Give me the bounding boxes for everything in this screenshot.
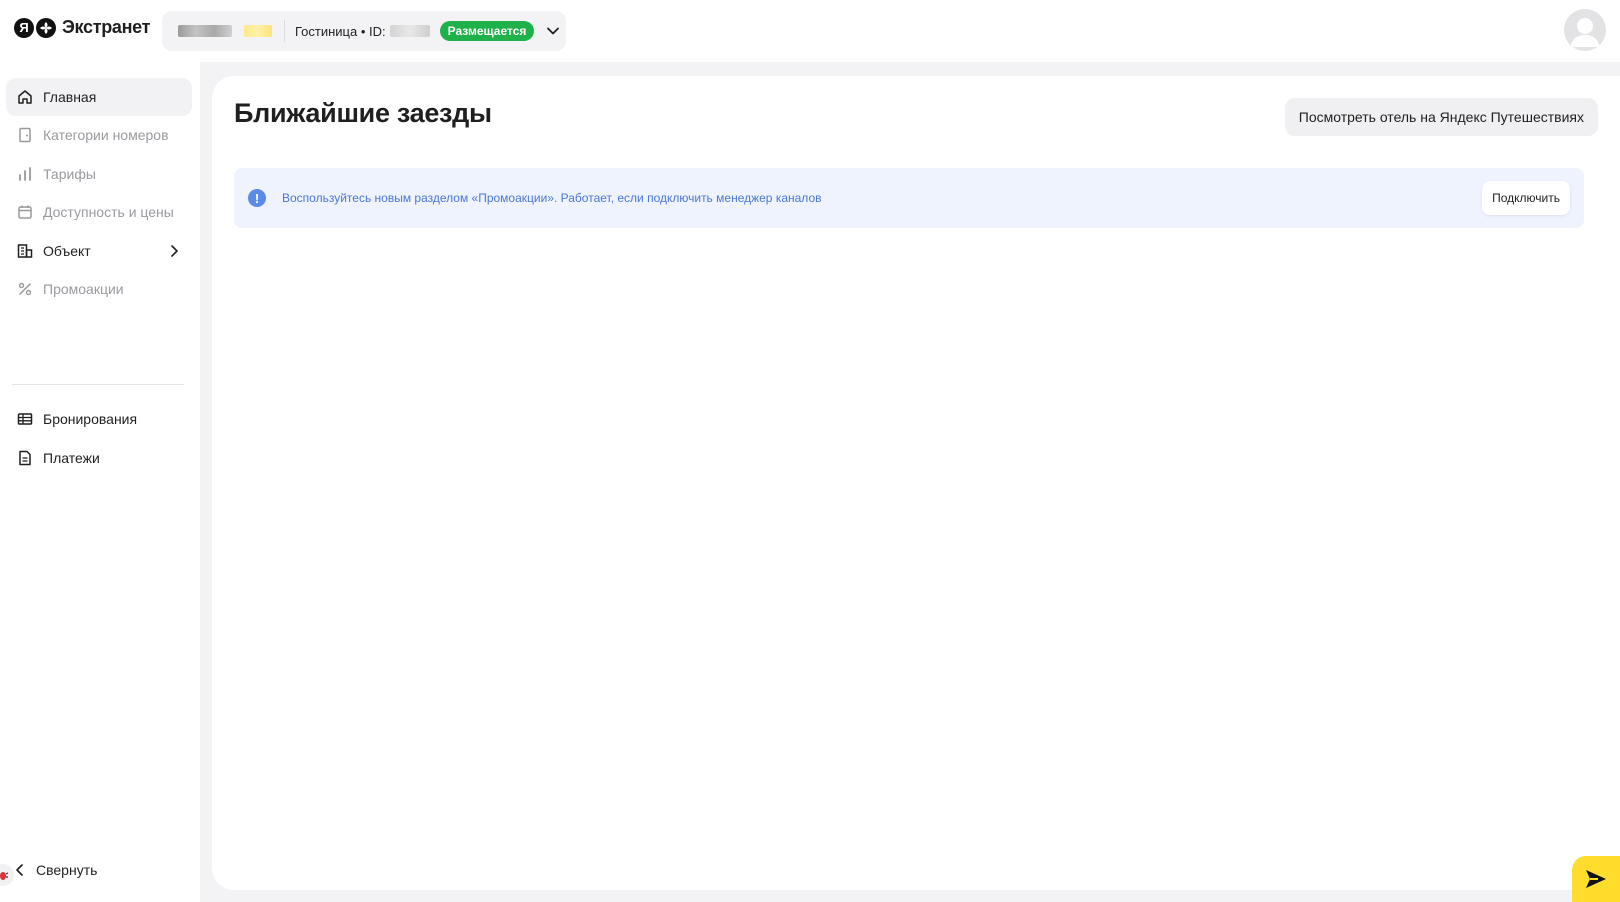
- sidebar-item-rates[interactable]: Тарифы: [6, 155, 192, 193]
- chevron-down-icon[interactable]: [546, 24, 560, 38]
- hotel-stars-redacted: [244, 25, 272, 37]
- bar-chart-icon: [16, 165, 34, 183]
- sidebar-item-label: Бронирования: [43, 411, 138, 427]
- connect-button[interactable]: Подключить: [1482, 181, 1570, 215]
- sidebar-item-room-categories[interactable]: Категории номеров: [6, 116, 192, 154]
- collapse-sidebar-button[interactable]: Свернуть: [14, 862, 97, 878]
- selector-divider: [284, 20, 285, 42]
- page-title: Ближайшие заезды: [234, 98, 492, 128]
- yandex-logo-icon: Я: [14, 17, 34, 38]
- feedback-send-button[interactable]: [1572, 856, 1620, 902]
- chevron-right-icon: [171, 245, 178, 257]
- flower-logo-icon: [36, 17, 56, 38]
- calendar-icon: [16, 203, 34, 221]
- send-arrow-icon: [1586, 870, 1606, 888]
- brand-name: Экстранет: [62, 17, 151, 37]
- main-content: Ближайшие заезды Посмотреть отель на Янд…: [212, 76, 1620, 890]
- table-icon: [16, 410, 34, 428]
- sidebar-item-property[interactable]: Объект: [6, 232, 192, 270]
- sidebar-item-label: Категории номеров: [43, 127, 169, 143]
- user-silhouette-icon: [1564, 9, 1606, 51]
- hotel-type-label: Гостиница • ID:: [295, 23, 386, 39]
- sidebar-item-bookings[interactable]: Бронирования: [6, 400, 192, 438]
- door-icon: [16, 126, 34, 144]
- top-header: Я Экстранет Гостиница • ID: Размещается: [0, 0, 1620, 62]
- info-icon: !: [248, 189, 266, 207]
- sidebar-item-availability[interactable]: Доступность и цены: [6, 193, 192, 231]
- sidebar-item-label: Платежи: [43, 450, 100, 466]
- hotel-selector[interactable]: Гостиница • ID: Размещается: [162, 11, 566, 51]
- status-badge: Размещается: [439, 21, 535, 41]
- view-hotel-on-travel-button[interactable]: Посмотреть отель на Яндекс Путешествиях: [1284, 98, 1598, 136]
- banner-text: Воспользуйтесь новым разделом «Промоакци…: [282, 191, 822, 205]
- collapse-label: Свернуть: [36, 862, 98, 878]
- home-icon: [16, 88, 34, 106]
- sidebar-item-label: Объект: [43, 243, 91, 259]
- sidebar-item-label: Промоакции: [43, 281, 124, 297]
- sidebar-item-label: Тарифы: [43, 166, 96, 182]
- hotel-name-redacted: [178, 25, 232, 37]
- building-icon: [16, 242, 34, 260]
- hotel-id-redacted: [389, 25, 430, 37]
- percent-icon: [16, 280, 34, 298]
- bug-icon[interactable]: [0, 864, 14, 886]
- user-avatar[interactable]: [1564, 9, 1606, 51]
- chevron-left-icon: [16, 864, 23, 876]
- promo-info-banner: ! Воспользуйтесь новым разделом «Промоак…: [234, 168, 1584, 228]
- sidebar-item-promotions[interactable]: Промоакции: [6, 270, 192, 308]
- document-icon: [16, 449, 34, 467]
- sidebar-divider: [12, 384, 184, 385]
- yandex-extranet-logo[interactable]: Я Экстранет: [14, 17, 150, 38]
- sidebar: Главная Категории номеров Тарифы Доступн…: [0, 62, 200, 902]
- sidebar-item-label: Доступность и цены: [43, 204, 174, 220]
- sidebar-item-payments[interactable]: Платежи: [6, 439, 192, 477]
- sidebar-item-label: Главная: [43, 89, 97, 105]
- sidebar-item-home[interactable]: Главная: [6, 78, 192, 116]
